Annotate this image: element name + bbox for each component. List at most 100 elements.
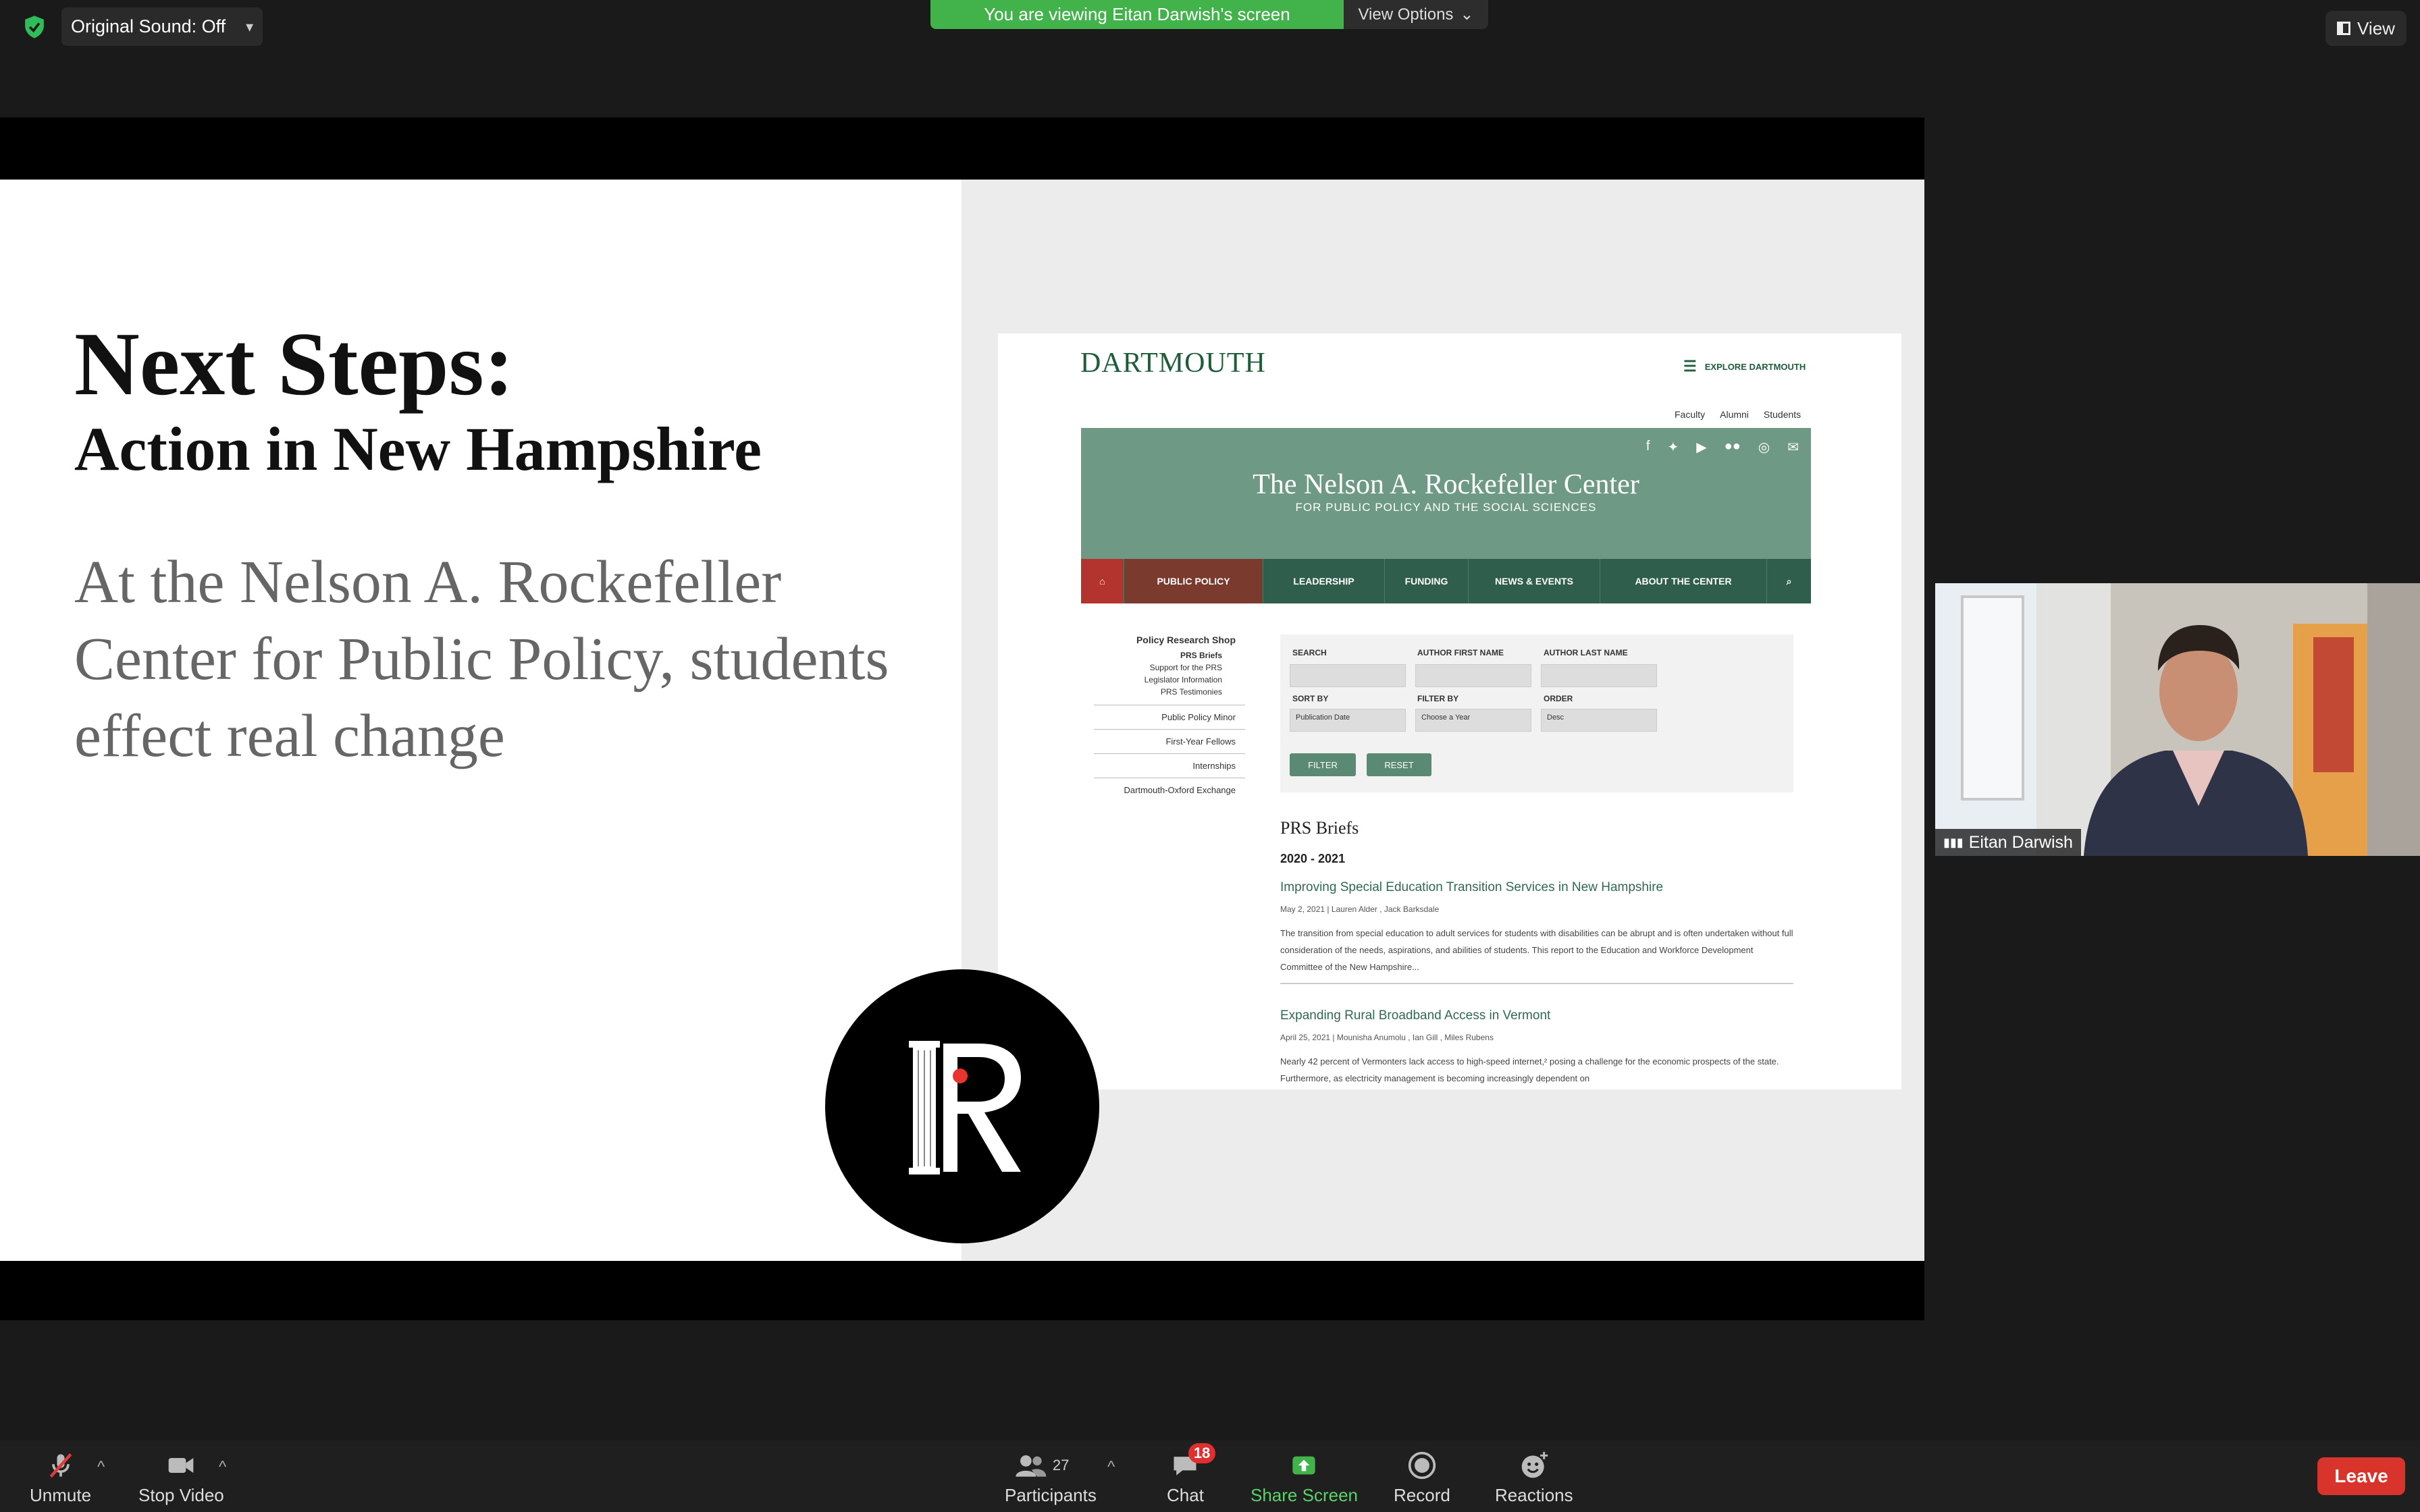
zoom-window: Original Sound: Off ▾ You are viewing Ei… [0,0,2420,1512]
viewing-banner: You are viewing Eitan Darwish's screen [930,0,1344,29]
participants-button[interactable]: 27 Participants [1005,1450,1097,1506]
facebook-icon: f [1646,439,1650,454]
left-nav-item: PRS Testimonies [1094,686,1245,705]
participant-name-tag: ▮▮▮ Eitan Darwish [1935,829,2081,856]
divider [1280,983,1793,984]
original-sound-toggle[interactable]: Original Sound: Off ▾ [61,7,263,46]
youtube-icon: ▶ [1696,440,1707,455]
view-options-label: View Options [1358,5,1454,24]
brief-search-form: SEARCH AUTHOR FIRST NAME AUTHOR LAST NAM… [1280,634,1793,792]
chevron-up-icon[interactable]: ^ [1107,1458,1115,1477]
slide-body: At the Nelson A. Rockefeller Center for … [74,549,889,770]
view-button[interactable]: View [2325,11,2406,46]
leave-button[interactable]: Leave [2317,1457,2405,1495]
left-nav-heading: Policy Research Shop [1136,634,1236,645]
left-nav-item: Support for the PRS [1149,663,1222,672]
share-screen-icon [1286,1450,1321,1481]
hero-title: The Nelson A. Rockefeller Center [1253,469,1639,500]
top-link: Alumni [1720,409,1749,420]
last-name-field [1541,664,1657,687]
social-icons: f ✦ ▶ ●● ◎ ✉ [1646,439,1799,456]
view-layout-icon [2337,22,2351,35]
explore-dartmouth-link: ☰ EXPLORE DARTMOUTH [1683,358,1806,375]
dartmouth-wordmark: DARTMOUTH [1080,348,1266,379]
left-nav-section: Public Policy Minor [1094,705,1245,730]
chevron-up-icon[interactable]: ^ [97,1458,105,1477]
reset-button: RESET [1367,753,1431,776]
shared-screen: Next Steps: Action in New Hampshire At t… [0,117,1924,1320]
shield-check-icon [25,16,44,38]
explore-label: EXPLORE DARTMOUTH [1704,361,1806,372]
viewing-banner-text: You are viewing Eitan Darwish's screen [984,4,1290,24]
hamburger-icon: ☰ [1683,358,1697,375]
presentation-slide: Next Steps: Action in New Hampshire At t… [0,180,1924,1261]
stop-video-button[interactable]: Stop Video [138,1450,224,1506]
muted-microphone-icon [43,1450,78,1481]
unmute-button[interactable]: Unmute [30,1450,91,1506]
nav-news-events: NEWS & EVENTS [1469,559,1600,603]
share-screen-label: Share Screen [1251,1485,1358,1505]
record-button[interactable]: Record [1394,1450,1450,1506]
nav-public-policy: PUBLIC POLICY [1124,559,1263,603]
view-options-button[interactable]: View Options ⌄ [1344,0,1488,29]
chat-label: Chat [1167,1485,1204,1505]
top-link: Students [1763,409,1801,420]
hero-banner: f ✦ ▶ ●● ◎ ✉ The Nelson A. Rockefeller C… [1081,428,1811,559]
participant-name: Eitan Darwish [1968,832,2073,852]
home-icon: ⌂ [1081,559,1124,603]
search-field [1290,664,1406,687]
flickr-icon: ●● [1724,439,1741,454]
first-name-field [1415,664,1531,687]
instagram-icon: ◎ [1758,440,1770,455]
left-nav-item: PRS Briefs [1180,651,1222,660]
left-nav-item: Legislator Information [1144,675,1222,684]
article-excerpt: The transition from special education to… [1280,928,1793,972]
unmute-label: Unmute [30,1485,92,1505]
site-nav: ⌂ PUBLIC POLICY LEADERSHIP FUNDING NEWS … [1081,559,1811,603]
left-nav-section: Internships [1094,754,1245,778]
last-name-label: AUTHOR LAST NAME [1544,648,1628,657]
record-label: Record [1394,1485,1450,1505]
website-screenshot: DARTMOUTH ☰ EXPLORE DARTMOUTH Faculty Al… [998,333,1901,1089]
briefs-heading: PRS Briefs [1280,818,1359,838]
first-name-label: AUTHOR FIRST NAME [1417,648,1504,657]
chevron-up-icon[interactable]: ^ [219,1458,226,1477]
slide-title: Next Steps: [74,314,515,414]
order-select: Desc [1541,709,1657,732]
article-meta: May 2, 2021 | Lauren Alder , Jack Barksd… [1280,905,1440,914]
chevron-down-icon[interactable]: ▾ [246,18,253,36]
twitter-icon: ✦ [1667,440,1679,455]
top-link: Faculty [1675,409,1706,420]
sort-select: Publication Date [1290,709,1406,732]
participants-label: Participants [1005,1485,1097,1505]
year-heading: 2020 - 2021 [1280,852,1346,865]
left-nav: Policy Research Shop PRS Briefs Support … [1094,630,1245,802]
article-title: Expanding Rural Broadband Access in Verm… [1280,1008,1551,1023]
mail-icon: ✉ [1787,440,1799,455]
left-nav-section: Dartmouth-Oxford Exchange [1124,785,1236,795]
sort-label: SORT BY [1292,694,1329,703]
rockefeller-r-icon [909,1041,1021,1174]
filter-label: FILTER BY [1417,694,1459,703]
slide-subtitle: Action in New Hampshire [74,414,762,483]
article-meta: April 25, 2021 | Mounisha Anumolu , Ian … [1280,1033,1494,1042]
reactions-label: Reactions [1495,1485,1573,1505]
signal-bars-icon: ▮▮▮ [1943,835,1964,849]
video-camera-icon [163,1450,199,1481]
reactions-button[interactable]: Reactions [1495,1450,1573,1506]
left-nav-section: First-Year Fellows [1094,730,1245,754]
filter-select: Choose a Year [1415,709,1531,732]
article-excerpt: Nearly 42 percent of Vermonters lack acc… [1280,1056,1779,1083]
search-icon: ⌕ [1786,575,1792,587]
chat-unread-badge: 18 [1188,1443,1215,1463]
chevron-down-icon: ⌄ [1460,5,1474,24]
participant-video[interactable] [1935,583,2420,856]
stop-video-label: Stop Video [138,1485,224,1505]
nav-leadership: LEADERSHIP [1263,559,1385,603]
share-screen-button[interactable]: Share Screen [1251,1450,1358,1506]
participants-icon: 27 [1014,1450,1088,1481]
record-icon [1404,1450,1440,1481]
participant-video-frame [1935,583,2420,856]
rockefeller-logo [825,969,1099,1243]
hero-subtitle: FOR PUBLIC POLICY AND THE SOCIAL SCIENCE… [1295,501,1597,514]
